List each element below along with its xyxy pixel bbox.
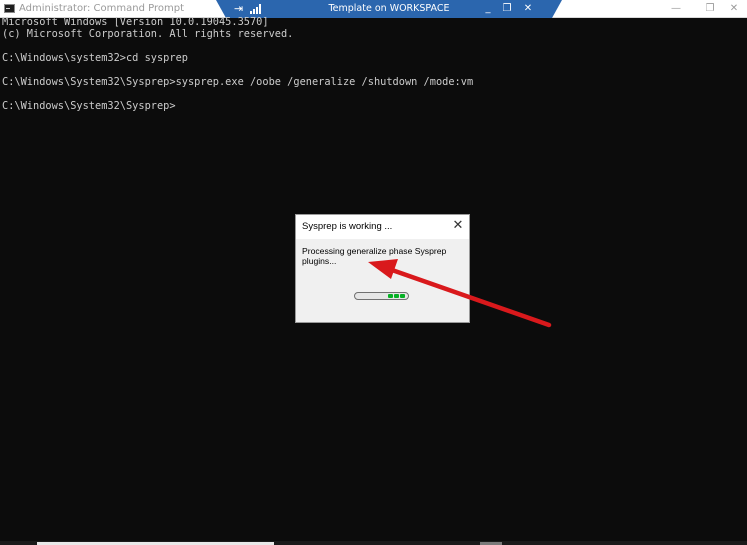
window-title: Administrator: Command Prompt xyxy=(19,3,184,14)
progress-marquee-dot xyxy=(400,294,405,298)
remote-minimize-button[interactable]: _ xyxy=(480,1,496,17)
console-prompt[interactable]: C:\Windows\System32\Sysprep> xyxy=(2,100,742,112)
progress-marquee-dot xyxy=(394,294,399,298)
sysprep-dialog: Sysprep is working ... ✕ Processing gene… xyxy=(295,214,470,323)
dialog-close-button[interactable]: ✕ xyxy=(450,218,466,234)
progress-bar xyxy=(354,292,409,300)
console-line: Microsoft Windows [Version 10.0.19045.35… xyxy=(2,16,269,28)
dialog-title-bar[interactable]: Sysprep is working ... ✕ xyxy=(296,215,469,239)
dialog-title: Sysprep is working ... xyxy=(302,221,393,232)
console-line: C:\Windows\System32\Sysprep>sysprep.exe … xyxy=(2,76,474,88)
remote-restore-button[interactable]: ❐ xyxy=(499,1,515,17)
console-output[interactable]: Microsoft Windows [Version 10.0.19045.35… xyxy=(2,16,742,112)
cmd-icon xyxy=(4,4,15,13)
taskbar-edge xyxy=(0,541,747,545)
console-line: (c) Microsoft Corporation. All rights re… xyxy=(2,28,294,40)
progress-marquee-dot xyxy=(388,294,393,298)
remote-close-button[interactable]: ✕ xyxy=(520,1,536,17)
console-line: C:\Windows\system32>cd sysprep xyxy=(2,52,188,64)
dialog-message: Processing generalize phase Sysprep plug… xyxy=(302,246,447,266)
remote-desktop-screen: Administrator: Command Prompt — ❐ ✕ ⇥ Te… xyxy=(0,0,747,545)
